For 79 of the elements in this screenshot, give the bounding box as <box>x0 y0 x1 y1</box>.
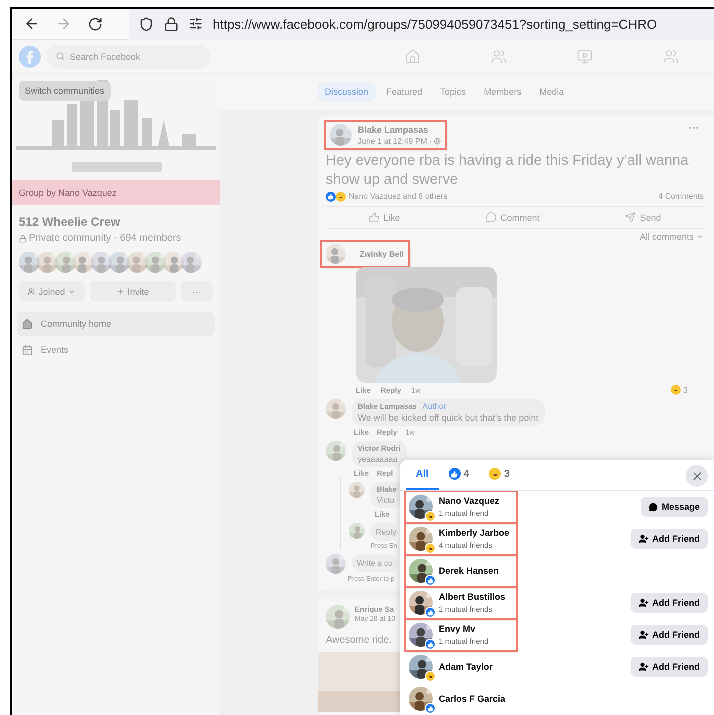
post-time: June 1 at 12:49 PM · <box>358 136 432 146</box>
more-button[interactable]: ··· <box>181 281 213 302</box>
group-privacy: Private community · 694 members <box>29 233 182 244</box>
thumbs-up-icon <box>368 212 380 223</box>
group-name: 512 Wheelie Crew <box>18 214 122 229</box>
switch-communities-button[interactable]: Switch communities <box>19 81 111 101</box>
person-name[interactable]: Derek Hansen <box>439 566 500 576</box>
laugh-reaction-icon <box>336 192 346 202</box>
chat-bubble-icon <box>648 502 658 512</box>
reaction-tab[interactable]: 4 <box>438 460 480 490</box>
reaction-tab[interactable]: All <box>406 460 439 490</box>
author-name[interactable]: Blake Lampasas <box>358 124 442 134</box>
calendar-icon <box>22 344 33 356</box>
lock-icon[interactable] <box>164 16 179 32</box>
comment-text: We will be kicked off quick but that’s the point <box>358 413 539 423</box>
author-label: Author <box>422 402 446 411</box>
add-friend-button[interactable]: Add Friend <box>630 529 708 550</box>
add-person-icon <box>638 534 648 544</box>
laugh-reaction-icon <box>670 385 681 395</box>
sidebar-item[interactable]: Community home <box>17 312 215 336</box>
back-icon[interactable] <box>24 16 40 32</box>
reaction-summary[interactable]: Nano Vazquez and 6 others <box>349 192 448 201</box>
invite-button[interactable]: Invite <box>90 281 176 302</box>
send-button[interactable]: Send <box>640 212 662 222</box>
add-person-icon <box>638 630 648 640</box>
like-reaction-icon <box>425 575 436 586</box>
tab[interactable]: Media <box>532 82 572 102</box>
banner-text: Group by Nano Vazquez <box>19 188 117 198</box>
person-name[interactable]: Nano Vazquez <box>439 496 500 506</box>
members-icon <box>28 288 36 296</box>
tab[interactable]: Topics <box>434 82 474 102</box>
post-text: Awesome ride. <box>326 635 392 646</box>
lock-icon <box>19 234 27 242</box>
url-text[interactable]: https://www.facebook.com/groups/750994059073451?sorting_setting=CHRO <box>213 16 658 32</box>
laugh-reaction-icon <box>425 511 436 522</box>
comment-text: yeaaaaaaa <box>358 455 399 464</box>
comment-count[interactable]: 4 Comments <box>658 192 704 201</box>
close-icon <box>690 470 704 482</box>
close-button[interactable] <box>686 465 708 487</box>
plus-icon <box>116 288 125 296</box>
reaction-tab[interactable]: 3 <box>479 460 520 490</box>
comment-button[interactable]: Comment <box>500 212 540 222</box>
globe-icon <box>434 138 442 144</box>
search-icon <box>56 52 65 60</box>
search-field[interactable]: Search Facebook <box>47 44 211 68</box>
add-friend-button[interactable]: Add Friend <box>630 593 708 614</box>
reload-icon[interactable] <box>88 16 103 32</box>
laugh-reaction-icon <box>425 543 436 554</box>
like-button[interactable]: Like <box>384 212 400 222</box>
message-button[interactable]: Message <box>640 497 708 518</box>
post-text: Hey everyone rba is having a ride this Friday y’all wanna show up and swerve <box>326 152 690 190</box>
sidebar-item[interactable]: Events <box>17 338 215 362</box>
person-name[interactable]: Albert Bustillos <box>439 592 506 602</box>
add-person-icon <box>638 598 648 608</box>
comment-icon <box>486 212 497 223</box>
add-friend-button[interactable]: Add Friend <box>630 625 708 646</box>
tab[interactable]: Featured <box>380 82 430 102</box>
person-name[interactable]: Envy Mv <box>439 624 489 634</box>
shield-icon[interactable] <box>139 16 154 32</box>
laugh-reaction-icon <box>489 468 502 480</box>
comment-field[interactable]: Write a co <box>352 554 398 572</box>
tab[interactable]: Discussion <box>318 82 376 102</box>
permissions-icon[interactable] <box>189 17 203 31</box>
comment-sort[interactable]: All comments <box>640 232 694 242</box>
reply-field[interactable]: Reply <box>371 523 398 541</box>
send-icon <box>625 212 636 223</box>
facebook-logo <box>19 46 41 68</box>
comment-reactions[interactable]: 3 <box>684 386 688 394</box>
like-reaction-icon <box>448 468 461 480</box>
person-name[interactable]: Kimberly Jarboe <box>439 528 510 538</box>
comment-text: Victo <box>377 496 396 505</box>
like-reaction-icon <box>425 607 436 618</box>
commenter-name[interactable]: Zwinky Bell <box>360 250 404 258</box>
joined-button[interactable]: Joined <box>19 281 85 302</box>
tab[interactable]: Members <box>477 82 529 102</box>
caret-icon <box>696 233 704 241</box>
like-reaction-icon <box>425 639 436 650</box>
like-reaction-icon <box>326 192 336 202</box>
home-icon <box>22 318 33 330</box>
